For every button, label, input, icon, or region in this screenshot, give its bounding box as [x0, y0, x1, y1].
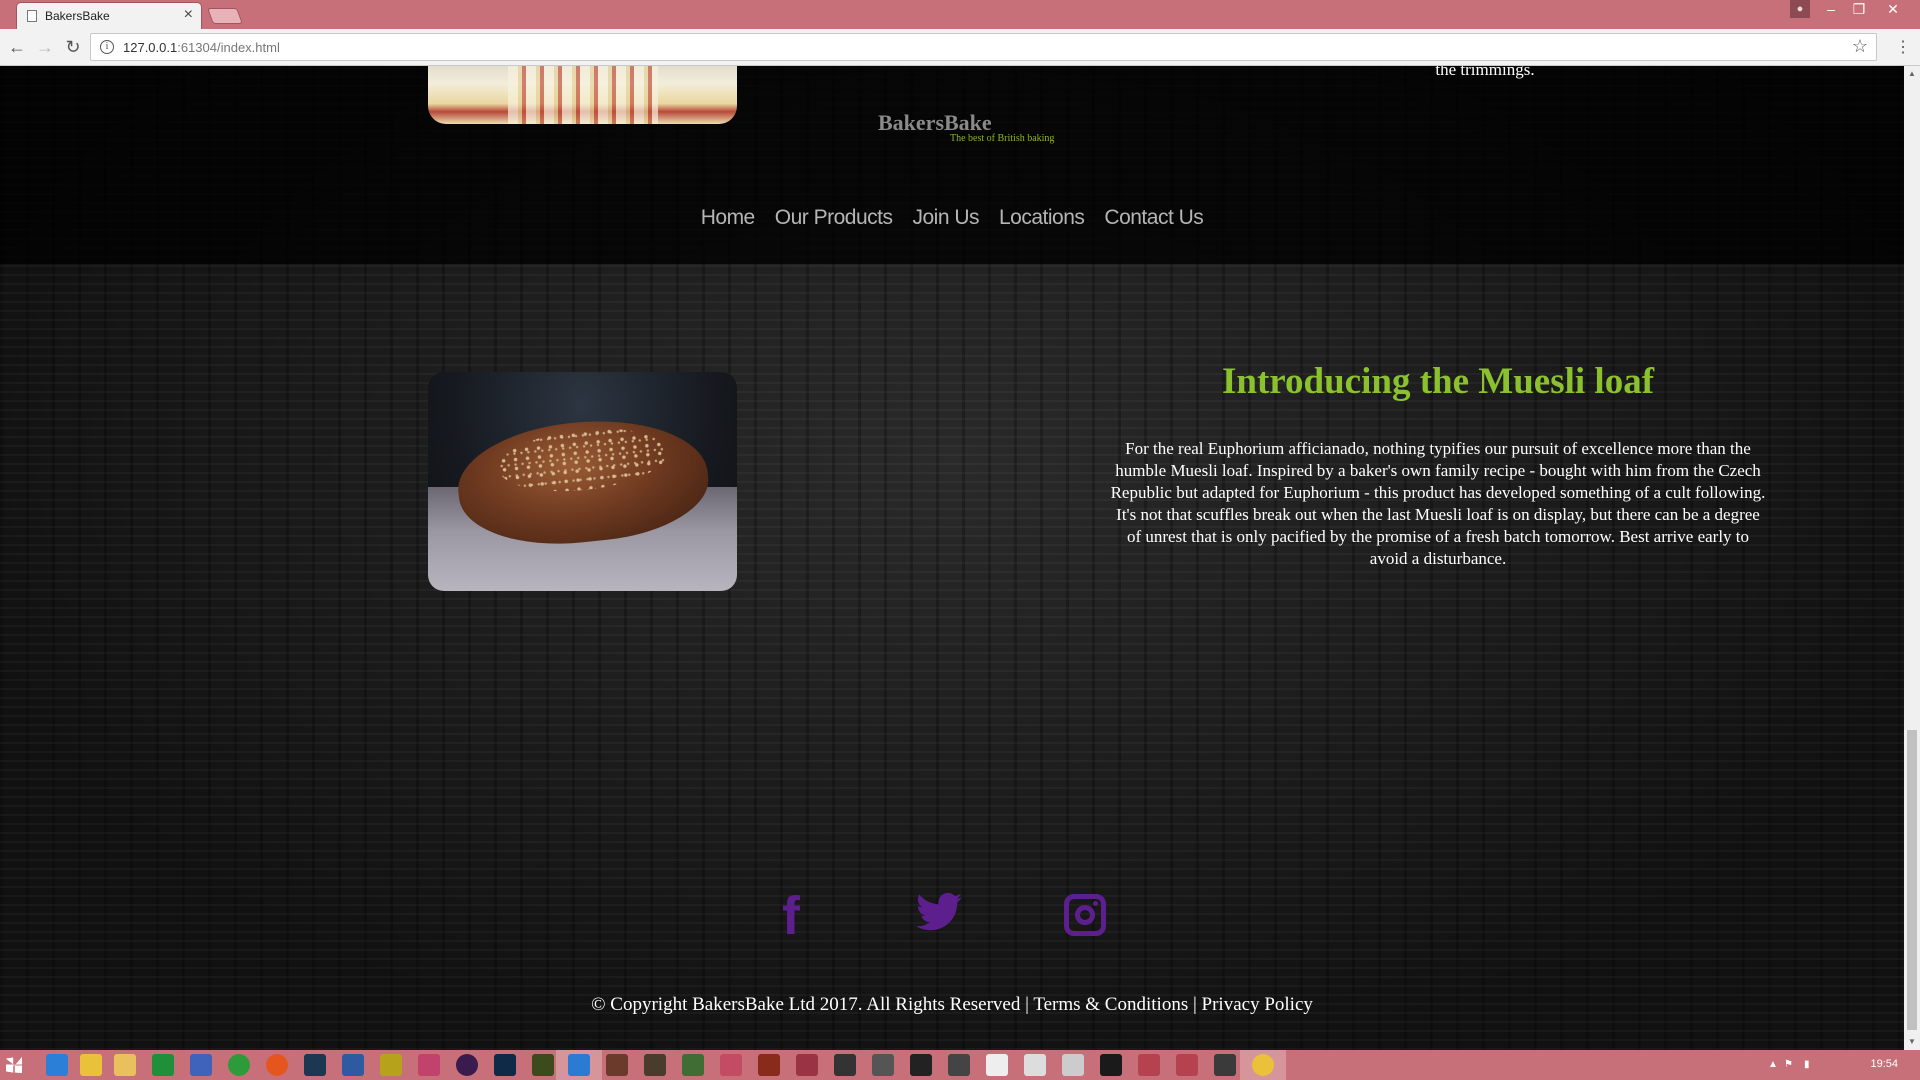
nav-locations[interactable]: Locations	[989, 206, 1094, 230]
internet-explorer-icon[interactable]	[46, 1054, 68, 1076]
nav-join-us[interactable]: Join Us	[902, 206, 989, 230]
back-icon[interactable]: ←	[6, 37, 28, 58]
bookmark-star-icon[interactable]: ☆	[1852, 36, 1868, 57]
game-app-icon-5[interactable]	[682, 1054, 704, 1076]
nav-contact-us[interactable]: Contact Us	[1094, 206, 1213, 230]
game-app-icon-10[interactable]	[872, 1054, 894, 1076]
terms-link[interactable]: Terms & Conditions	[1033, 994, 1188, 1015]
game-app-icon-18[interactable]	[1176, 1054, 1198, 1076]
visual-studio-icon[interactable]	[568, 1054, 590, 1076]
game-app-icon-12[interactable]	[948, 1054, 970, 1076]
browser-toolbar: ← → ↻ i 127.0.0.1:61304/index.html ☆ ⋮	[0, 29, 1920, 66]
site-header	[0, 66, 1904, 264]
url-path: :61304/index.html	[177, 40, 280, 55]
tray-expand-icon[interactable]: ▲	[1768, 1059, 1778, 1070]
chrome-active-icon[interactable]	[1252, 1054, 1274, 1076]
new-tab-button[interactable]	[207, 8, 243, 24]
feature-description: For the real Euphorium afficianado, noth…	[1110, 439, 1766, 568]
url-host: 127.0.0.1	[123, 40, 178, 55]
game-app-icon-1[interactable]	[380, 1054, 402, 1076]
taskbar-clock[interactable]: 19:54	[1870, 1058, 1898, 1070]
green-app-icon[interactable]	[228, 1054, 250, 1076]
browser-menu-icon[interactable]: ⋮	[1895, 37, 1911, 57]
game-app-icon-8[interactable]	[796, 1054, 818, 1076]
muesli-loaf-image	[428, 372, 737, 591]
main-nav: Home Our Products Join Us Locations Cont…	[0, 206, 1904, 230]
social-links: f	[0, 886, 1904, 946]
footer-separator-2: |	[1188, 994, 1202, 1015]
forward-icon[interactable]: →	[34, 37, 56, 58]
copyright-text: © Copyright BakersBake Ltd 2017. All Rig…	[591, 994, 1021, 1015]
windows-taskbar: ▲ ⚑ ▮ 19:54	[0, 1050, 1920, 1080]
privacy-link[interactable]: Privacy Policy	[1202, 994, 1313, 1015]
tab-title: BakersBake	[45, 9, 110, 23]
dreamweaver-icon[interactable]	[532, 1054, 554, 1076]
page-viewport: the trimmings. BakersBake The best of Br…	[0, 66, 1904, 1050]
game-app-icon-15[interactable]	[1062, 1054, 1084, 1076]
game-app-icon-16[interactable]	[1100, 1054, 1122, 1076]
browser-tab[interactable]: BakersBake ×	[16, 2, 202, 29]
scroll-down-icon[interactable]: ▼	[1904, 1034, 1920, 1050]
flag-icon[interactable]: ⚑	[1784, 1059, 1793, 1070]
nav-our-products[interactable]: Our Products	[765, 206, 903, 230]
close-window-icon[interactable]: ✕	[1880, 0, 1906, 18]
info-icon[interactable]: i	[100, 40, 114, 54]
game-app-icon-2[interactable]	[418, 1054, 440, 1076]
browser-titlebar: BakersBake × ● – ❐ ✕	[0, 0, 1920, 29]
url-text[interactable]: 127.0.0.1:61304/index.html	[123, 40, 280, 55]
game-app-icon-11[interactable]	[910, 1054, 932, 1076]
cake-image	[428, 66, 737, 124]
media-app-icon[interactable]	[456, 1054, 478, 1076]
reload-icon[interactable]: ↻	[62, 37, 84, 58]
game-app-icon-13[interactable]	[986, 1054, 1008, 1076]
site-footer: © Copyright BakersBake Ltd 2017. All Rig…	[0, 994, 1904, 1016]
twitter-icon[interactable]	[916, 892, 962, 937]
facebook-icon[interactable]: f	[782, 886, 800, 946]
game-app-icon-7[interactable]	[758, 1054, 780, 1076]
page-icon	[27, 10, 37, 22]
game-app-icon-19[interactable]	[1214, 1054, 1236, 1076]
game-app-icon-17[interactable]	[1138, 1054, 1160, 1076]
footer-separator: |	[1020, 994, 1034, 1015]
file-explorer-icon[interactable]	[114, 1054, 136, 1076]
windows-start-icon[interactable]	[6, 1057, 22, 1073]
chrome-icon[interactable]	[80, 1054, 102, 1076]
keyboard-app-icon[interactable]	[190, 1054, 212, 1076]
game-app-icon-3[interactable]	[606, 1054, 628, 1076]
previous-feature-text: the trimmings.	[1435, 66, 1535, 79]
site-tagline: The best of British baking	[950, 133, 1055, 144]
photoshop-icon[interactable]	[494, 1054, 516, 1076]
scroll-up-icon[interactable]: ▲	[1904, 66, 1920, 82]
firefox-icon[interactable]	[266, 1054, 288, 1076]
screenshot-app-icon[interactable]	[342, 1054, 364, 1076]
nav-home[interactable]: Home	[691, 206, 765, 230]
page-scrollbar[interactable]: ▲ ▼	[1904, 66, 1920, 1050]
spreadsheet-app-icon[interactable]	[152, 1054, 174, 1076]
scrollbar-thumb[interactable]	[1907, 730, 1917, 1030]
minimize-icon[interactable]: –	[1818, 0, 1844, 18]
feature-title: Introducing the Muesli loaf	[1221, 361, 1655, 402]
close-tab-icon[interactable]: ×	[184, 6, 193, 24]
restore-icon[interactable]: ❐	[1846, 0, 1872, 18]
steam-icon[interactable]	[304, 1054, 326, 1076]
game-app-icon-9[interactable]	[834, 1054, 856, 1076]
person-icon[interactable]: ●	[1790, 0, 1810, 18]
game-app-icon-6[interactable]	[720, 1054, 742, 1076]
address-bar[interactable]: i 127.0.0.1:61304/index.html ☆	[90, 33, 1877, 61]
network-icon[interactable]: ▮	[1804, 1059, 1810, 1070]
game-app-icon-4[interactable]	[644, 1054, 666, 1076]
instagram-icon[interactable]	[1064, 894, 1106, 936]
game-app-icon-14[interactable]	[1024, 1054, 1046, 1076]
